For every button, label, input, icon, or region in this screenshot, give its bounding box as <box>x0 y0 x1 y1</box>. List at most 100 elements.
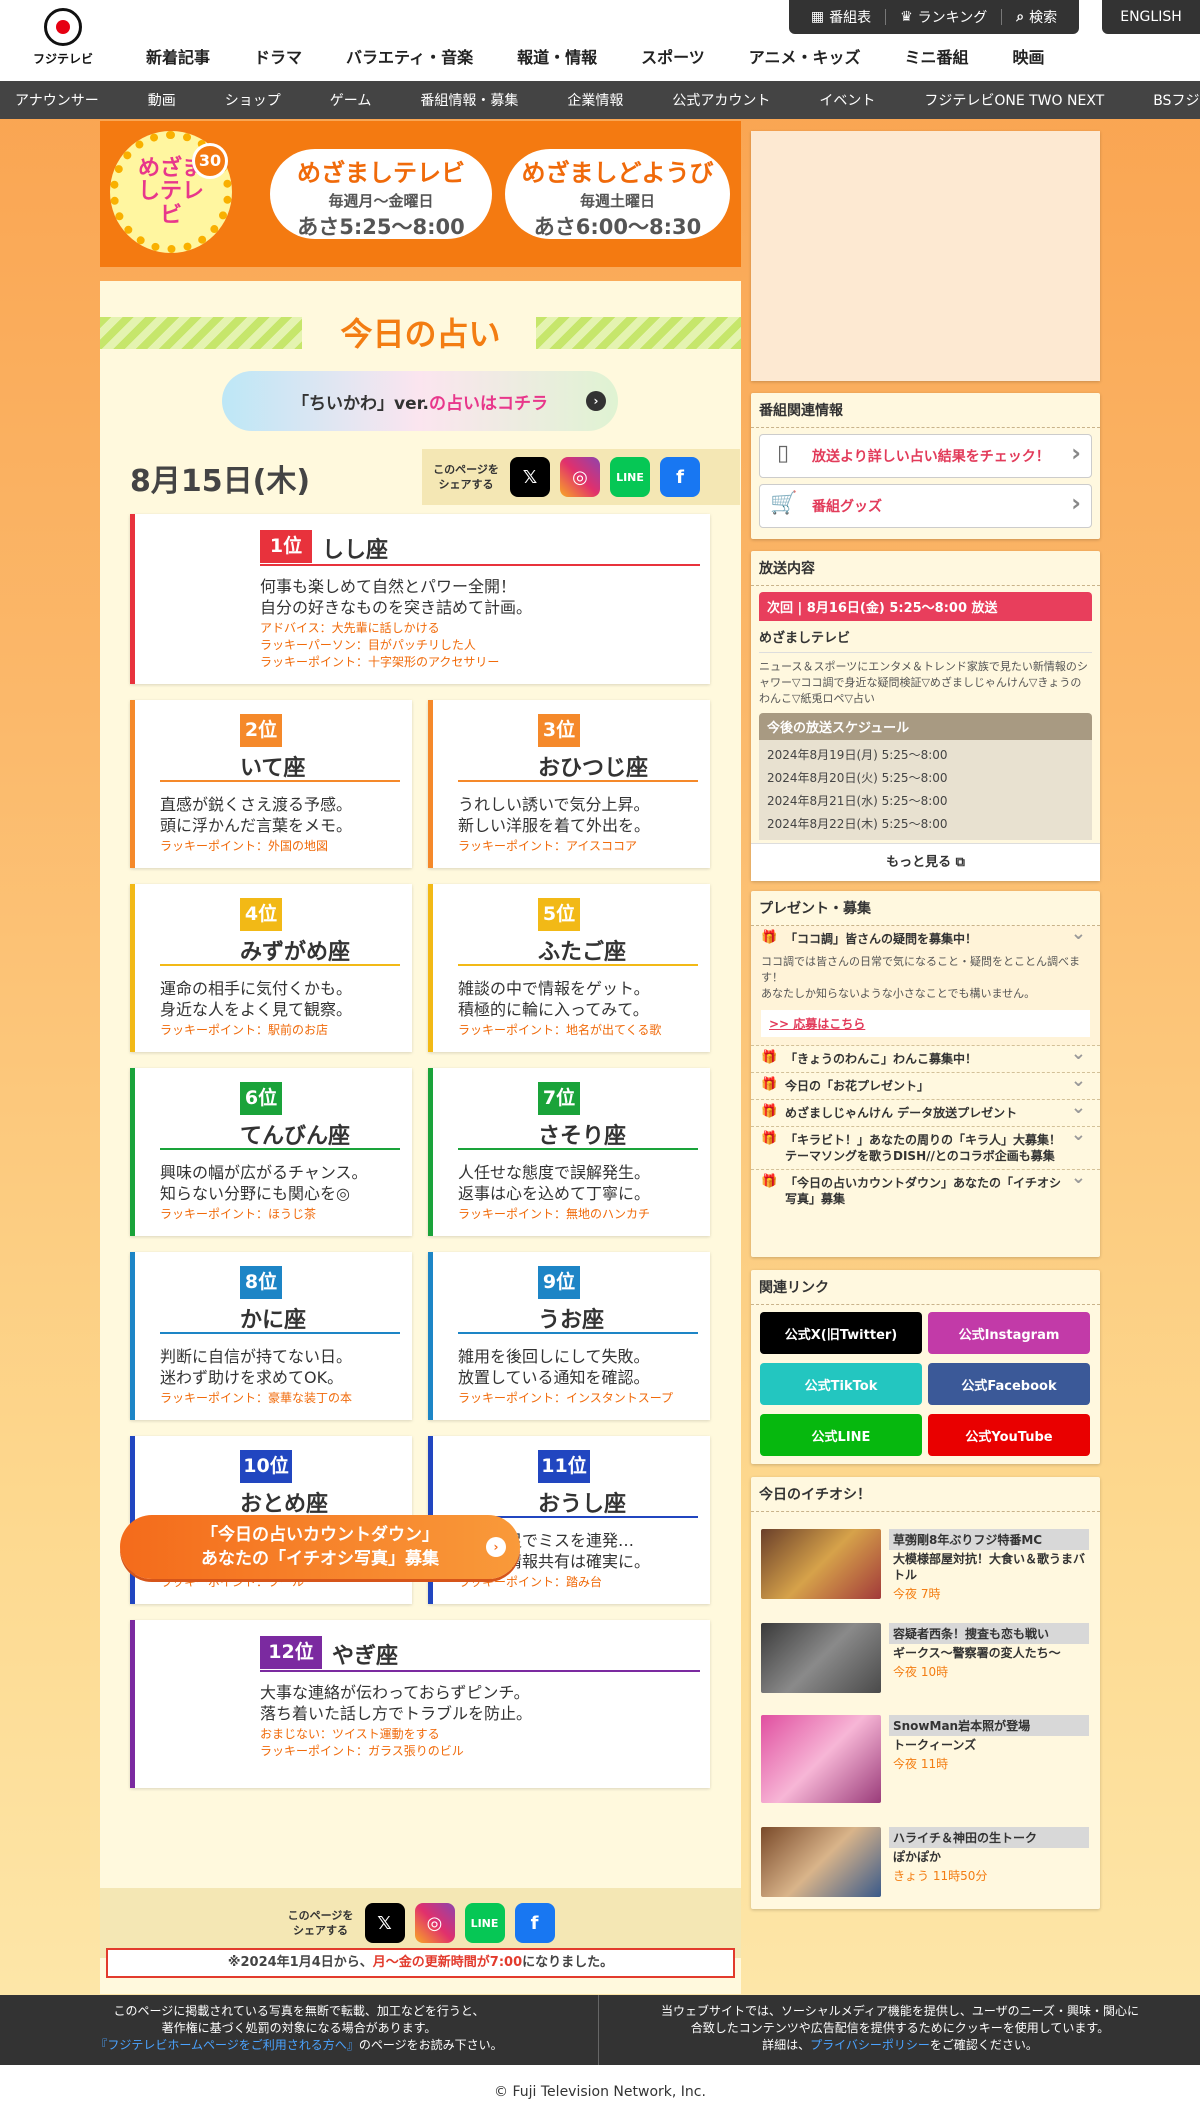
related-link-fortune[interactable]: ▯ 放送より詳しい占い結果をチェック！ <box>759 434 1092 478</box>
instagram-share-icon[interactable]: ◎ <box>414 1903 455 1943</box>
box-title: プレゼント・募集 <box>751 891 1100 926</box>
footer-cookie-notice: 当ウェブサイトでは、ソーシャルメディア機能を提供し、ユーザのニーズ・興味・関心に… <box>600 2003 1200 2054</box>
top-link-ranking[interactable]: ♛ ランキング <box>900 7 987 27</box>
present-item[interactable]: めざましじゃんけん データ放送プレゼント <box>751 1100 1100 1127</box>
countdown-photo-button[interactable]: 「今日の占いカウントダウン」 あなたの「イチオシ写真」募集 › <box>120 1515 520 1579</box>
x-share-icon[interactable]: 𝕏 <box>510 457 550 497</box>
sign-name: いて座 <box>240 756 306 781</box>
fortune-desc: 積極的に輪に入ってみて。 <box>458 1000 649 1019</box>
rank-badge: 8位 <box>240 1266 282 1299</box>
pickup-thumbnail <box>761 1623 881 1693</box>
present-item[interactable]: 「きょうのわんこ」わんこ募集中！ <box>751 1046 1100 1073</box>
line-share-icon[interactable]: LINE <box>464 1903 505 1943</box>
ad-slot[interactable] <box>751 131 1100 381</box>
subnav-item[interactable]: フジテレビONE TWO NEXT <box>875 90 1104 110</box>
program-desc: ニュース＆スポーツにエンタメ＆トレンド家族で見たい新情報のシャワー▽ココ調で身近… <box>759 660 1088 705</box>
nav-movie[interactable]: 映画 <box>1012 44 1044 68</box>
official-youtube-link[interactable]: 公式YouTube <box>928 1414 1090 1456</box>
pickup-time: 今夜 10時 <box>893 1665 949 1679</box>
divider <box>885 9 887 25</box>
nav-mini[interactable]: ミニ番組 <box>904 44 968 68</box>
nav-news[interactable]: 新着記事 <box>146 44 210 68</box>
top-link-label: ランキング <box>917 10 988 26</box>
fortune-desc: 雑用を後回しにして失敗。 <box>458 1347 650 1366</box>
present-item[interactable]: 「キラビト！」あなたの周りの「キラ人」大募集！テーマソングを歌うDISH//との… <box>751 1127 1100 1170</box>
line-share-icon[interactable]: LINE <box>610 457 650 497</box>
lucky-point: おまじない：ツイスト運動をする <box>260 1727 440 1741</box>
official-tiktok-link[interactable]: 公式TikTok <box>760 1363 922 1405</box>
lucky-point: ラッキーポイント：駅前のお店 <box>160 1023 329 1037</box>
pickup-item[interactable]: 草彅剛8年ぶりフジ特番MC 大模様部屋対抗！大食い＆歌うまバトル 今夜 7時 <box>761 1529 1091 1617</box>
mezamashi-banner[interactable]: めざましテレビ 30 めざましテレビ 毎週月〜金曜日 あさ5:25〜8:00 めざ… <box>100 121 741 267</box>
arrow-right-icon: › <box>486 1537 506 1557</box>
grid-icon: ▦ <box>810 9 825 25</box>
nav-sports[interactable]: スポーツ <box>641 44 705 68</box>
related-link-goods[interactable]: 🛒 番組グッズ <box>759 484 1092 528</box>
sign-name: しし座 <box>322 538 389 563</box>
pickup-time: きょう 11時50分 <box>893 1869 988 1883</box>
present-label: めざましじゃんけん データ放送プレゼント <box>785 1106 1018 1120</box>
lucky-point: ラッキーポイント：十字架形のアクセサリー <box>260 655 500 669</box>
subnav-item[interactable]: ショップ <box>176 90 281 110</box>
footer-terms-link[interactable]: 『フジテレビホームページをご利用される方へ』 <box>95 2038 358 2052</box>
subnav-item[interactable]: 公式アカウント <box>623 90 770 110</box>
update-notice: ※2024年1月4日から、月〜金の更新時間が7:00になりました。 <box>106 1948 735 1978</box>
footer-text: をご確認ください。 <box>929 2038 1038 2052</box>
nav-drama[interactable]: ドラマ <box>254 44 302 68</box>
pickup-name: 大模様部屋対抗！大食い＆歌うまバトル <box>893 1552 1086 1582</box>
x-share-icon[interactable]: 𝕏 <box>364 1903 405 1943</box>
english-button[interactable]: ENGLISH <box>1102 0 1200 34</box>
lucky-point: ラッキーパーソン：目がパッチリした人 <box>260 638 476 652</box>
link-label: 公式Facebook <box>961 1378 1057 1394</box>
apply-link[interactable]: >> 応募はこちら <box>761 1010 1090 1037</box>
subnav-item[interactable]: アナウンサー <box>0 90 99 110</box>
external-link-icon: ⧉ <box>955 855 965 870</box>
top-link-label: 番組表 <box>829 10 872 26</box>
nav-anime[interactable]: アニメ・キッズ <box>749 44 861 68</box>
fujitv-logo[interactable]: フジテレビ <box>30 8 96 70</box>
pickup-item[interactable]: 容疑者西条！捜査も恋も戦い ギークス〜警察署の変人たち〜 今夜 10時 <box>761 1623 1091 1711</box>
top-link-schedule[interactable]: ▦ 番組表 <box>811 7 871 27</box>
present-item-open[interactable]: 「ココ調」皆さんの疑問を募集中！ <box>751 926 1100 952</box>
more-button[interactable]: もっと見る ⧉ <box>751 843 1100 881</box>
broadcast-box: 放送内容 次回 | 8月16日(金) 5:25〜8:00 放送 めざましテレビ … <box>751 551 1100 881</box>
box-title: 番組関連情報 <box>751 393 1100 428</box>
chiikawa-fortune-link[interactable]: 「ちいかわ」ver. の占いはコチラ › <box>222 371 618 431</box>
pickup-item[interactable]: ハライチ＆神田の生トーク ぽかぽか きょう 11時50分 <box>761 1827 1091 1915</box>
fortune-desc: 頭に浮かんだ言葉をメモ。 <box>160 816 353 835</box>
top-link-search[interactable]: ⌕ 検索 <box>1016 7 1057 27</box>
official-x-link[interactable]: 公式X(旧Twitter) <box>760 1312 922 1354</box>
footer-text: 合致したコンテンツや広告配信を提供するためにクッキーを使用しています。 <box>690 2021 1110 2035</box>
present-item[interactable]: 「今日の占いカウントダウン」あなたの「イチオシ写真」募集 <box>751 1170 1100 1212</box>
nav-report[interactable]: 報道・情報 <box>517 44 597 68</box>
pickup-tag: 草彅剛8年ぶりフジ特番MC <box>889 1529 1089 1550</box>
subnav-item[interactable]: 番組情報・募集 <box>371 90 518 110</box>
official-facebook-link[interactable]: 公式Facebook <box>928 1363 1090 1405</box>
fortune-desc: 大事な連絡が伝わっておらずピンチ。 <box>260 1683 530 1702</box>
official-line-link[interactable]: 公式LINE <box>760 1414 922 1456</box>
subnav-item[interactable]: ゲーム <box>281 90 372 110</box>
fortune-card: 8位 かに座 判断に自信が持てない日。 迷わず助けを求めてOK。 ラッキーポイント：豪華… <box>130 1252 412 1420</box>
subnav-item[interactable]: 企業情報 <box>518 90 623 110</box>
rank-badge: 5位 <box>538 898 580 931</box>
facebook-share-icon[interactable]: f <box>660 457 700 497</box>
pickup-item[interactable]: SnowMan岩本照が登場 トークィーンズ 今夜 11時 <box>761 1715 1091 1803</box>
nav-variety[interactable]: バラエティ・音楽 <box>346 44 473 68</box>
subnav-item[interactable]: BSフジ <box>1104 90 1199 110</box>
rank-badge: 3位 <box>538 714 580 747</box>
subnav-item[interactable]: 動画 <box>99 90 176 110</box>
instagram-share-icon[interactable]: ◎ <box>560 457 600 497</box>
pill-days: 毎週土曜日 <box>579 192 655 210</box>
lucky-point: ラッキーポイント：無地のハンカチ <box>458 1207 651 1221</box>
official-instagram-link[interactable]: 公式Instagram <box>928 1312 1090 1354</box>
privacy-policy-link[interactable]: プライバシーポリシー <box>810 2038 930 2052</box>
present-open-item: 「ココ調」皆さんの疑問を募集中！ ココ調では皆さんの日常で気になること・疑問をと… <box>751 926 1100 1046</box>
countdown-line: 「今日の占いカウントダウン」 <box>201 1525 439 1545</box>
facebook-share-icon[interactable]: f <box>514 1903 555 1943</box>
site-footer: このページに掲載されている写真を無断で転載、加工などを行うと、 著作権に基づく処… <box>0 1995 1200 2065</box>
schedule-item: 2024年8月20日(火) 5:25〜8:00 <box>759 766 1092 789</box>
subnav-item[interactable]: イベント <box>770 90 875 110</box>
copyright: © Fuji Television Network, Inc. <box>0 2065 1200 2119</box>
present-item[interactable]: 今日の「お花プレゼント」 <box>751 1073 1100 1100</box>
fortune-card: 4位 みずがめ座 運命の相手に気付くかも。 身近な人をよく見て観察。 ラッキーポイント：… <box>130 884 412 1052</box>
